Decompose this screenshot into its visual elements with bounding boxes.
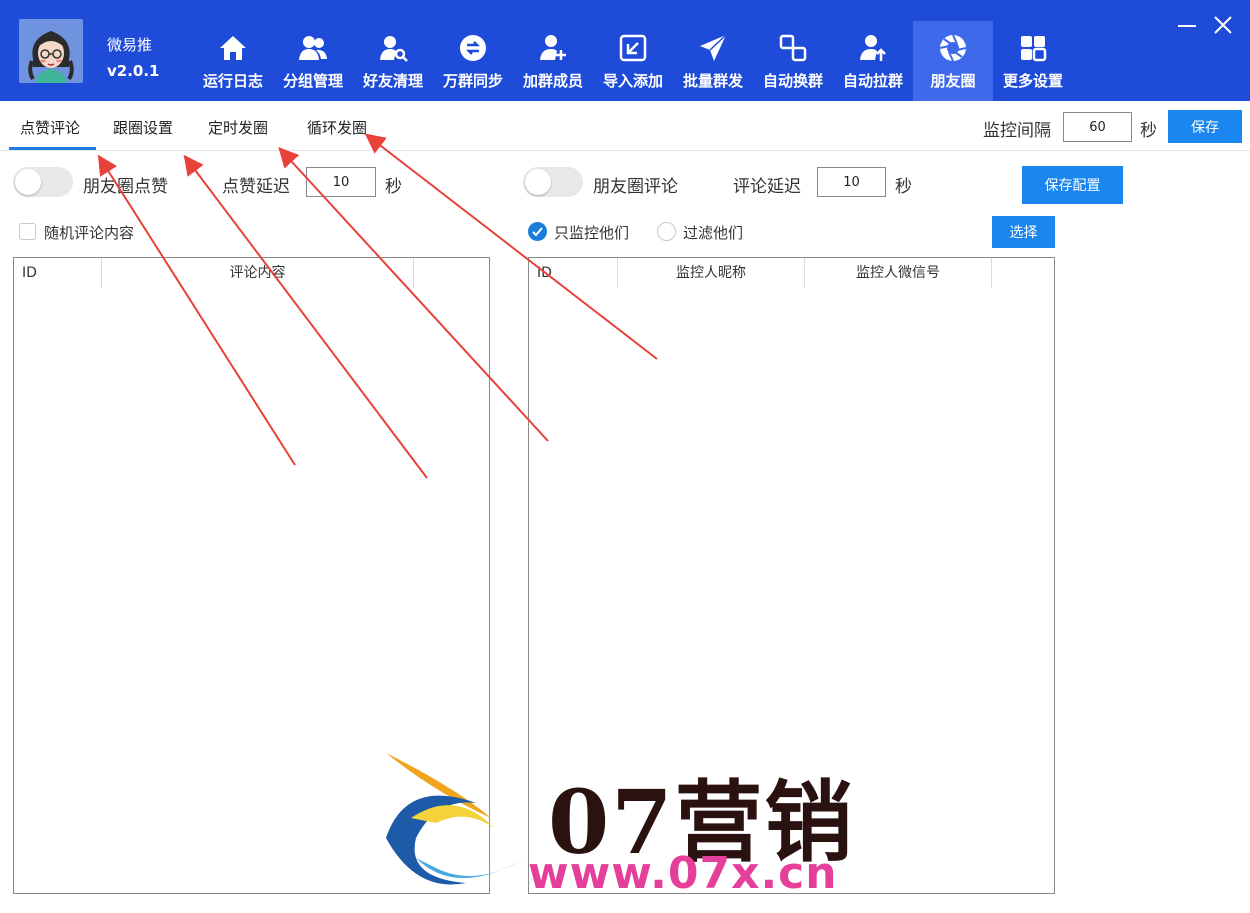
column-header-id[interactable]: ID [529, 258, 567, 288]
nav-moments[interactable]: 朋友圈 [913, 21, 993, 101]
nav-label: 朋友圈 [930, 72, 976, 90]
nav-label: 万群同步 [442, 72, 503, 90]
moments-like-toggle[interactable] [13, 167, 73, 197]
users-icon [299, 36, 327, 60]
nav-more-settings[interactable]: 更多设置 [993, 0, 1073, 101]
column-header-wechat-id[interactable]: 监控人微信号 [805, 258, 991, 288]
only-monitor-radio[interactable] [528, 222, 547, 241]
comment-delay-label: 评论延迟 [733, 177, 801, 197]
switch-group-icon [779, 34, 807, 62]
nav-label: 自动换群 [762, 72, 823, 90]
grid-icon [1021, 36, 1047, 62]
nav-group-manage[interactable]: 分组管理 [273, 0, 353, 101]
minimize-icon[interactable] [1178, 25, 1196, 27]
nav-label: 加群成员 [522, 72, 583, 90]
tab-scheduled-post[interactable]: 定时发圈 [208, 117, 268, 138]
nav-import-add[interactable]: 导入添加 [593, 0, 673, 101]
nav-label: 更多设置 [1002, 72, 1063, 90]
app-version: v2.0.1 [107, 62, 160, 80]
random-comment-label: 随机评论内容 [44, 224, 135, 242]
tab-like-comment[interactable]: 点赞评论 [20, 117, 80, 138]
nav-label: 分组管理 [282, 72, 343, 90]
nav-label: 运行日志 [202, 72, 263, 90]
send-icon [700, 34, 727, 61]
nav-add-members[interactable]: 加群成员 [513, 0, 593, 101]
tab-divider [0, 150, 1250, 151]
select-button[interactable]: 选择 [992, 216, 1055, 248]
app-name: 微易推 [107, 36, 153, 54]
moments-comment-toggle[interactable] [523, 167, 583, 197]
save-config-button[interactable]: 保存配置 [1022, 166, 1123, 204]
nav-friend-clean[interactable]: 好友清理 [353, 0, 433, 101]
monitor-interval-unit: 秒 [1140, 121, 1157, 141]
tab-follow-settings[interactable]: 跟圈设置 [113, 117, 173, 138]
nav-auto-pull[interactable]: 自动拉群 [833, 0, 913, 101]
tab-loop-post[interactable]: 循环发圈 [307, 117, 367, 138]
like-delay-label: 点赞延迟 [222, 177, 290, 197]
like-delay-input[interactable] [306, 167, 376, 197]
comment-delay-unit: 秒 [895, 177, 912, 197]
user-up-icon [860, 35, 886, 61]
filter-out-radio[interactable] [657, 222, 676, 241]
filter-out-label: 过滤他们 [683, 224, 744, 242]
watermark-logo [386, 753, 526, 885]
user-add-icon [540, 35, 566, 60]
title-bar: 微易推 v2.0.1 运行日志 分组管理 好友清理 万群同步 加群成员 导入添加… [0, 0, 1250, 101]
avatar [19, 19, 83, 83]
moments-like-label: 朋友圈点赞 [83, 177, 168, 197]
nav-group-sync[interactable]: 万群同步 [433, 0, 513, 101]
column-header-id[interactable]: ID [14, 258, 52, 288]
moments-comment-label: 朋友圈评论 [593, 177, 678, 197]
nav-label: 自动拉群 [842, 72, 903, 90]
nav-label: 好友清理 [362, 72, 423, 90]
watermark-url: www.07x.cn [528, 848, 838, 899]
close-icon[interactable] [1212, 14, 1234, 36]
nav-auto-switch[interactable]: 自动换群 [753, 0, 833, 101]
comment-delay-input[interactable] [817, 167, 886, 197]
random-comment-checkbox[interactable] [19, 223, 36, 240]
nav-label: 导入添加 [602, 72, 663, 90]
like-delay-unit: 秒 [385, 177, 402, 197]
nav-bulk-send[interactable]: 批量群发 [673, 0, 753, 101]
monitor-interval-label: 监控间隔 [983, 121, 1051, 141]
monitor-interval-input[interactable] [1063, 112, 1132, 142]
column-header-nickname[interactable]: 监控人昵称 [618, 258, 804, 288]
import-icon [619, 34, 647, 62]
home-icon [220, 36, 246, 60]
sync-icon [460, 35, 486, 61]
user-search-icon [380, 36, 408, 62]
check-icon [532, 227, 543, 237]
save-button[interactable]: 保存 [1168, 110, 1242, 143]
column-header-comment[interactable]: 评论内容 [102, 258, 413, 288]
only-monitor-label: 只监控他们 [554, 224, 630, 242]
nav-label: 批量群发 [682, 72, 743, 90]
aperture-icon [939, 34, 967, 62]
nav-run-log[interactable]: 运行日志 [193, 0, 273, 101]
